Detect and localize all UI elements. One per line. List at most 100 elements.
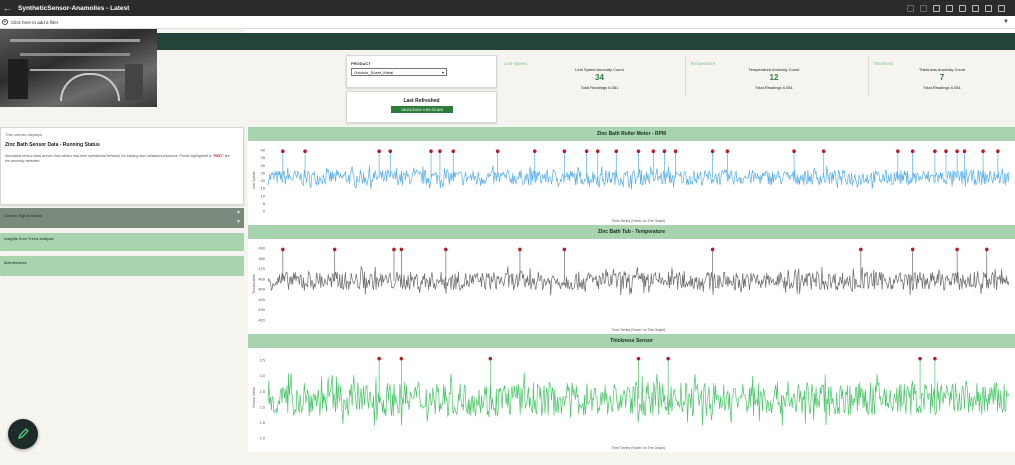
anomaly-point[interactable] <box>710 247 715 252</box>
anomaly-point[interactable] <box>429 149 433 154</box>
kpi-count-label: Line Speed Anomaly Count <box>575 67 624 72</box>
product-select[interactable]: Outdoor_Sheet_Metal ▾ <box>351 68 447 76</box>
anomaly-point[interactable] <box>910 247 915 252</box>
anomaly-point[interactable] <box>438 149 442 154</box>
anomaly-point[interactable] <box>377 356 381 361</box>
anomaly-point[interactable] <box>388 149 393 154</box>
thickness-chart[interactable]: 3.5 3.0 2.5 2.0 1.5 1.0 Sensor Value Time Serie… <box>248 348 1015 452</box>
anomaly-point[interactable] <box>933 356 937 361</box>
anomaly-point[interactable] <box>332 247 337 252</box>
anomaly-point[interactable] <box>955 247 959 252</box>
anomaly-point[interactable] <box>981 149 985 154</box>
anomaly-point[interactable] <box>725 149 730 154</box>
anomaly-point[interactable] <box>651 149 656 154</box>
kpi-title: Line Speed <box>504 61 527 66</box>
y-tick-label: 30 <box>261 163 266 168</box>
product-select-value: Outdoor_Sheet_Metal <box>354 70 394 75</box>
anomaly-point[interactable] <box>392 247 396 252</box>
anomaly-point[interactable] <box>399 247 404 252</box>
anomaly-point[interactable] <box>933 149 937 154</box>
anomaly-point[interactable] <box>896 149 900 154</box>
maintenance-panel[interactable]: Maintenance <box>0 256 244 276</box>
anomaly-point[interactable] <box>595 149 600 154</box>
temperature-chart[interactable]: 490 480 470 460 450 440 430 420 Temperature Time … <box>248 239 1015 334</box>
chart-3-area[interactable]: 3.5 3.0 2.5 2.0 1.5 1.0 Sensor Value Time Serie… <box>248 348 1015 452</box>
info-caption: This canvas displays <box>5 132 42 137</box>
anomaly-point[interactable] <box>996 149 1000 154</box>
edit-button[interactable] <box>8 419 38 449</box>
undo-icon[interactable] <box>907 4 914 12</box>
x-axis-label: Time Series (Hover on The Graph) <box>612 219 666 223</box>
chart-1-header: Zinc Bath Roller Motor - RPM <box>248 127 1015 141</box>
line-speed-chart[interactable]: 40 35 30 25 20 15 10 5 0 Line Speed Time Series (H… <box>248 141 1015 225</box>
anomaly-point[interactable] <box>303 149 307 154</box>
anomaly-point[interactable] <box>636 356 641 361</box>
kpi-total-label: Total Readings <box>580 85 608 90</box>
menu-icon[interactable] <box>998 4 1005 12</box>
anomaly-point[interactable] <box>562 149 567 154</box>
share-icon[interactable] <box>972 4 979 12</box>
anomaly-point[interactable] <box>662 149 667 154</box>
y-tick-label: 10 <box>261 193 266 198</box>
chart-2-area[interactable]: 490 480 470 460 450 440 430 420 Temperature Time … <box>248 239 1015 334</box>
scroll-up-icon[interactable]: ▲ <box>236 209 241 215</box>
anomaly-point[interactable] <box>451 149 456 154</box>
kpi-total-value: 6,081 <box>950 85 961 90</box>
present-icon[interactable] <box>933 4 940 12</box>
anomaly-point[interactable] <box>944 149 948 154</box>
insights-panel[interactable]: Insights from Trend analysis <box>0 233 244 251</box>
last-refreshed-value: 06/24/2024 9:53:33 AM <box>391 106 453 113</box>
anomaly-point[interactable] <box>910 149 915 154</box>
y-tick-label: 3.0 <box>259 373 265 378</box>
anomaly-point[interactable] <box>859 247 863 252</box>
export-icon[interactable] <box>959 4 966 12</box>
anomaly-point[interactable] <box>444 247 448 252</box>
grid-icon[interactable] <box>946 4 953 12</box>
y-axis-label: Line Speed <box>252 172 256 190</box>
anomaly-point[interactable] <box>710 149 715 154</box>
add-filter-text[interactable]: Click here to add a filter <box>11 20 58 25</box>
anomaly-point[interactable] <box>399 356 404 361</box>
anomaly-point[interactable] <box>281 247 285 252</box>
anomaly-point[interactable] <box>821 149 826 154</box>
anomaly-point[interactable] <box>562 247 567 252</box>
redo-icon[interactable] <box>920 4 927 12</box>
anomaly-point[interactable] <box>673 149 678 154</box>
scroll-down-icon[interactable]: ▼ <box>236 219 241 225</box>
anomaly-point[interactable] <box>984 247 989 252</box>
anomaly-point[interactable] <box>518 247 522 252</box>
anomaly-point[interactable] <box>955 149 959 154</box>
y-tick-label: 15 <box>261 186 266 191</box>
anomaly-point[interactable] <box>666 356 670 361</box>
anomaly-point[interactable] <box>614 149 619 154</box>
chart-1-area[interactable]: 40 35 30 25 20 15 10 5 0 Line Speed Time Series (H… <box>248 141 1015 225</box>
info-heading: Zinc Bath Sensor Data - Running Status <box>5 142 100 148</box>
back-arrow-icon[interactable]: ← <box>0 3 14 13</box>
y-tick-label: 5 <box>263 201 266 206</box>
filter-icon[interactable]: ▼ <box>1003 19 1009 25</box>
current-signal-status-label: Current Signal Status <box>4 213 43 218</box>
insights-label: Insights from Trend analysis <box>4 236 54 241</box>
anomaly-point[interactable] <box>281 149 285 154</box>
anomaly-point[interactable] <box>918 356 922 361</box>
anomaly-point[interactable] <box>584 149 589 154</box>
add-filter-icon[interactable]: + <box>2 19 8 25</box>
kpi-title: Thickness <box>873 61 894 66</box>
anomaly-point[interactable] <box>488 356 493 361</box>
anomaly-point[interactable] <box>962 149 967 154</box>
y-tick-label: 25 <box>261 170 266 175</box>
anomaly-point[interactable] <box>792 149 796 154</box>
series-line[interactable] <box>267 265 1010 296</box>
bookmark-icon[interactable] <box>985 4 992 12</box>
product-label: PRODUCT <box>351 61 371 66</box>
anomaly-point[interactable] <box>636 149 641 154</box>
current-signal-status-panel[interactable]: Current Signal Status ▲ ▼ <box>0 208 244 228</box>
anomaly-point[interactable] <box>532 149 537 154</box>
kpi-count-label: Temperature Anomaly Count <box>748 67 800 72</box>
y-axis-label: Temperature <box>252 274 256 294</box>
info-description: Simulated sensor data stream that mimics… <box>5 154 235 164</box>
anomaly-point[interactable] <box>377 149 381 154</box>
anomaly-point[interactable] <box>495 149 500 154</box>
kpi-title: Temperature <box>690 61 716 66</box>
info-card: This canvas displays Zinc Bath Sensor Da… <box>0 127 244 205</box>
